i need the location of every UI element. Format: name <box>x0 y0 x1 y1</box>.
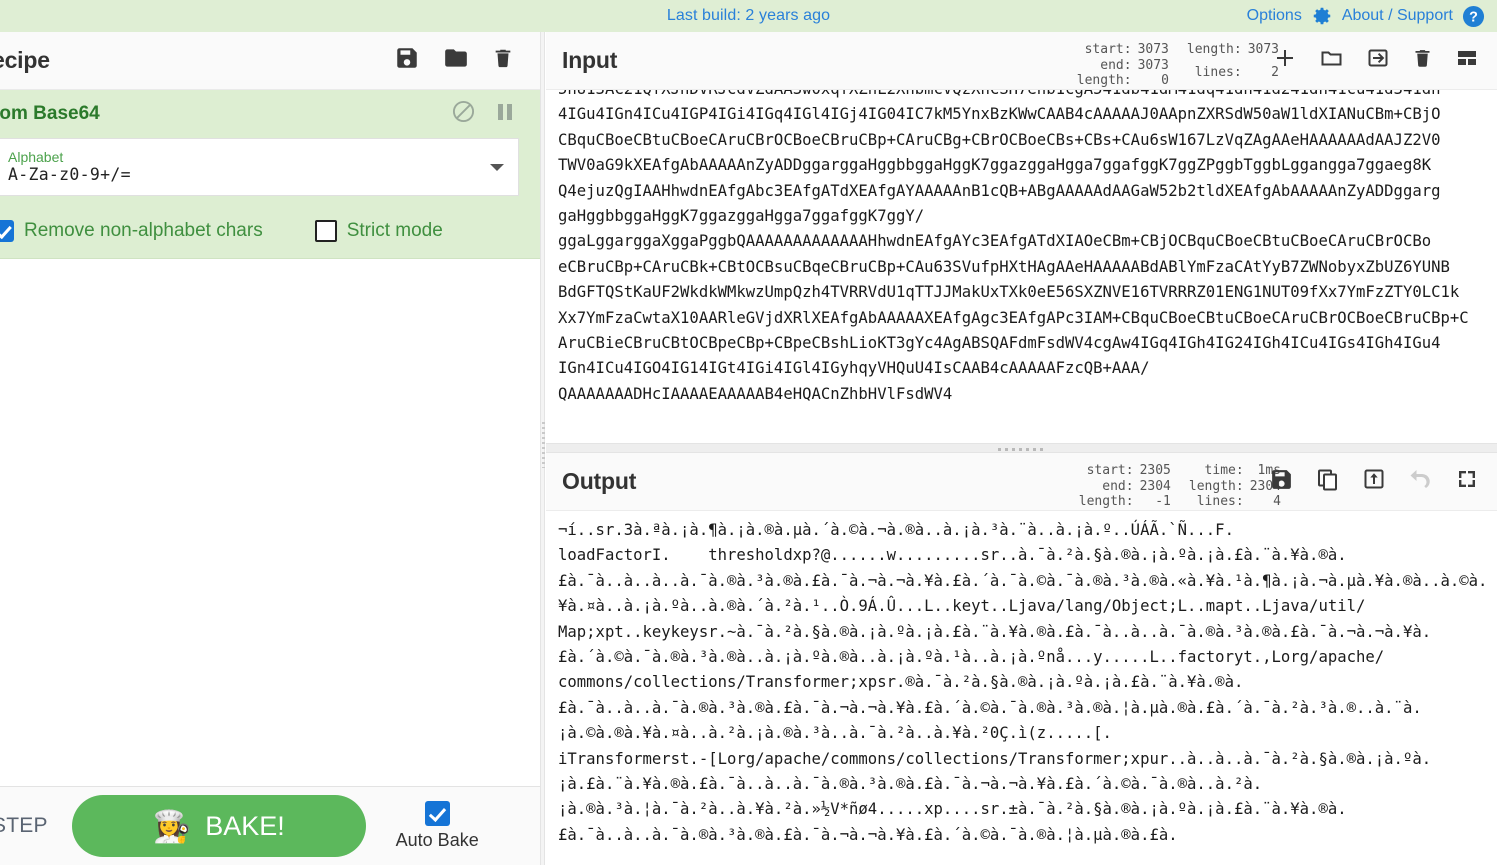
checkbox-checked-icon[interactable] <box>0 220 14 242</box>
auto-bake-label: Auto Bake <box>395 830 479 850</box>
alphabet-value[interactable]: A-Za-z0-9+/= <box>8 165 518 185</box>
output-stats-left: start: 2305 end: 2304 length: -1 <box>1079 463 1171 510</box>
plus-icon[interactable] <box>1273 46 1297 75</box>
stat-key: length: <box>1186 42 1242 57</box>
operation-title-row: rom Base64 <box>0 90 540 138</box>
stat-key: start: <box>1086 463 1134 478</box>
input-header-actions <box>1273 46 1479 75</box>
operation-toggles: Remove non-alphabet chars Strict mode <box>0 220 540 242</box>
input-stats: start: 3073 end: 3073 length: 0 length: … <box>1077 42 1279 89</box>
operation-name: rom Base64 <box>0 103 100 124</box>
stat-value: 3073 <box>1137 42 1169 57</box>
save-icon[interactable] <box>1269 467 1294 497</box>
io-splitter-horizontal[interactable] <box>546 443 1497 453</box>
stat-key: end: <box>1102 478 1134 494</box>
open-folder-icon[interactable] <box>1366 46 1390 75</box>
stat-key: start: <box>1084 42 1132 57</box>
step-button[interactable]: STEP <box>0 814 48 838</box>
alphabet-field[interactable]: Alphabet A-Za-z0-9+/= <box>0 138 519 196</box>
stat-key: length: <box>1078 494 1134 509</box>
recipe-header-actions <box>394 45 514 76</box>
tabs-icon[interactable] <box>1455 46 1479 75</box>
stat-key: length: <box>1076 73 1132 88</box>
top-banner: Last build: 2 years ago Options About / … <box>0 0 1497 32</box>
maximize-icon[interactable] <box>1455 467 1479 496</box>
io-pane: Input start: 3073 end: 3073 length: 0 le… <box>546 32 1497 865</box>
save-icon[interactable] <box>394 45 420 76</box>
bake-bar: STEP 👩‍🍳 BAKE! Auto Bake <box>0 786 540 865</box>
output-title: Output <box>562 468 637 494</box>
input-stats-right: length: 3073 lines: 2 <box>1187 42 1279 89</box>
gear-icon[interactable] <box>1311 5 1333 27</box>
help-icon[interactable]: ? <box>1462 5 1485 28</box>
pause-icon[interactable] <box>496 101 514 128</box>
undo-icon <box>1408 467 1433 496</box>
pane-splitter-vertical[interactable] <box>540 32 545 865</box>
stat-value: 2305 <box>1139 463 1171 478</box>
folder-icon[interactable] <box>1319 46 1344 75</box>
trash-icon[interactable] <box>492 45 514 76</box>
last-build-text: Last build: 2 years ago <box>666 7 831 24</box>
recipe-header: ecipe <box>0 32 540 90</box>
output-textarea[interactable]: ¬í..sr.3à.ªà.¡à.¶à.¡à.®à.µà.´à.©à.¬à.®à.… <box>546 511 1497 863</box>
options-link[interactable]: Options <box>1247 7 1302 25</box>
copy-icon[interactable] <box>1316 467 1340 497</box>
svg-text:?: ? <box>1469 9 1478 25</box>
recipe-pane: ecipe rom Base64 <box>0 32 540 865</box>
output-content[interactable]: ¬í..sr.3à.ªà.¡à.¶à.¡à.®à.µà.´à.©à.¬à.®à.… <box>552 518 1493 848</box>
replace-input-icon[interactable] <box>1362 467 1386 496</box>
alphabet-label: Alphabet <box>8 149 64 165</box>
checkbox-checked-icon[interactable] <box>424 801 450 826</box>
recipe-title: ecipe <box>0 47 50 73</box>
disable-icon[interactable] <box>451 99 476 129</box>
input-header: Input start: 3073 end: 3073 length: 0 le… <box>546 32 1497 90</box>
about-support-link[interactable]: About / Support <box>1342 7 1453 25</box>
folder-icon[interactable] <box>442 45 470 76</box>
remove-non-alphabet-chars-label: Remove non-alphabet chars <box>24 220 263 241</box>
output-stats-right: time: 1ms length: 2304 lines: 4 <box>1189 463 1281 510</box>
output-header-actions <box>1269 467 1479 497</box>
splitter-grip <box>997 448 1046 451</box>
cyberchef-app: Last build: 2 years ago Options About / … <box>0 0 1497 865</box>
stat-key: lines: <box>1196 494 1244 509</box>
stat-key: time: <box>1204 463 1244 478</box>
stat-value: -1 <box>1155 494 1171 509</box>
stat-key: end: <box>1100 57 1132 73</box>
remove-non-alphabet-chars-toggle[interactable]: Remove non-alphabet chars <box>0 220 263 242</box>
bake-button-label: BAKE! <box>205 810 285 841</box>
chef-icon: 👩‍🍳 <box>152 808 192 844</box>
banner-actions: Options About / Support ? <box>1247 0 1485 32</box>
input-stats-left: start: 3073 end: 3073 length: 0 <box>1077 42 1169 89</box>
input-content[interactable]: 5hU13AC21QfXJnDVRJcdVZdAA3w0xqfXZnL2Xnbm… <box>552 90 1475 407</box>
operation-controls <box>451 99 514 129</box>
chevron-down-icon[interactable] <box>490 164 504 171</box>
operation-from-base64[interactable]: rom Base64 Alphabet A-Za-z0-9+/= Remove … <box>0 90 540 259</box>
stat-value: 2304 <box>1139 478 1171 494</box>
strict-mode-toggle[interactable]: Strict mode <box>314 220 443 242</box>
input-title: Input <box>562 47 618 73</box>
input-textarea[interactable]: 5hU13AC21QfXJnDVRJcdVZdAA3w0xqfXZnL2Xnbm… <box>546 90 1497 443</box>
stat-key: length: <box>1188 478 1244 494</box>
output-stats: start: 2305 end: 2304 length: -1 time: 1… <box>1079 463 1281 510</box>
stat-value: 0 <box>1161 73 1169 88</box>
bake-button[interactable]: 👩‍🍳 BAKE! <box>71 795 366 857</box>
stat-key: lines: <box>1194 65 1242 81</box>
trash-icon[interactable] <box>1412 46 1433 75</box>
output-header: Output start: 2305 end: 2304 length: -1 … <box>546 453 1497 511</box>
splitter-grip <box>542 422 545 468</box>
stat-value: 3073 <box>1137 57 1169 73</box>
strict-mode-label: Strict mode <box>346 220 443 241</box>
auto-bake-toggle[interactable]: Auto Bake <box>396 801 479 851</box>
checkbox-unchecked-icon[interactable] <box>314 220 337 242</box>
